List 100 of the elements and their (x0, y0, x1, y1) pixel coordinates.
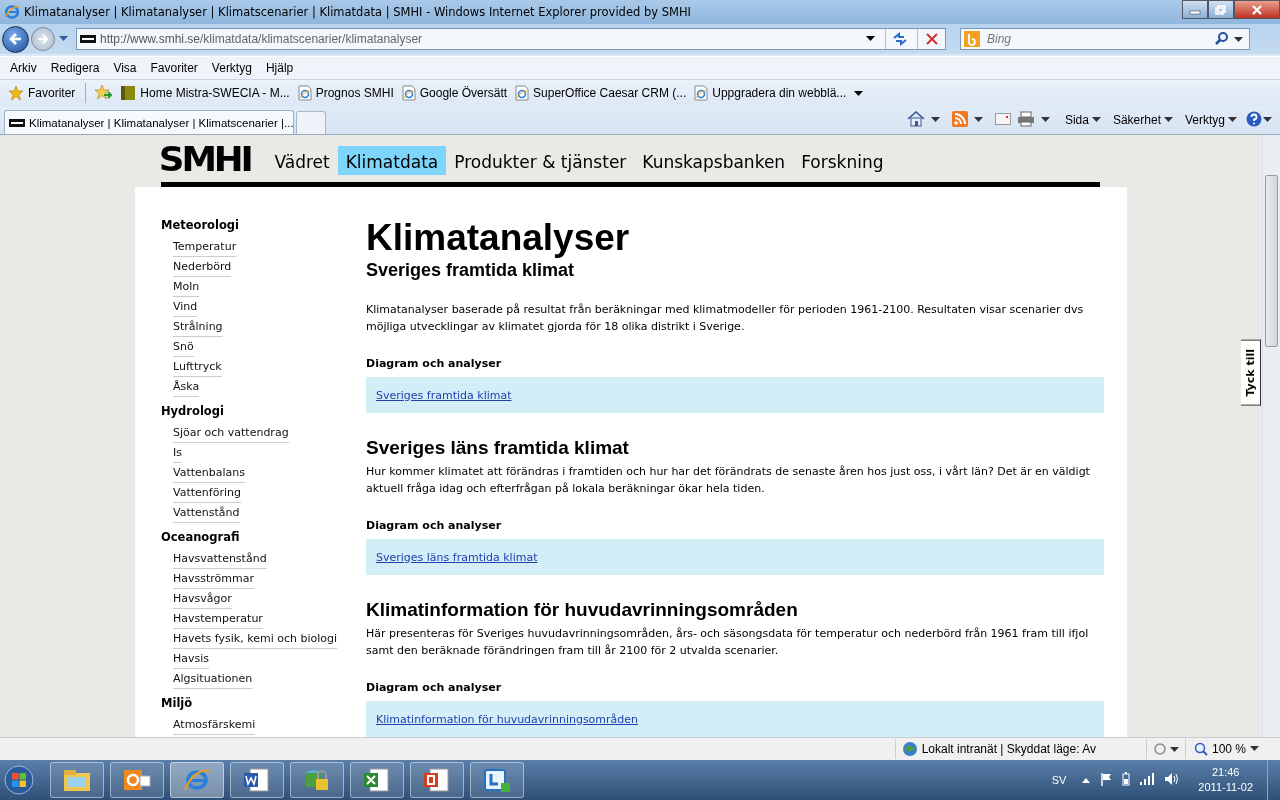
caret-icon (1163, 117, 1173, 123)
history-dropdown-icon[interactable] (59, 36, 68, 42)
sidebar-heading: Meteorologi (161, 217, 241, 234)
section-link[interactable]: Sveriges framtida klimat (376, 388, 512, 402)
presentation-app-icon[interactable] (410, 762, 464, 798)
sidebar-link[interactable]: Vind (173, 297, 198, 317)
search-field[interactable]: Bing (985, 31, 1210, 47)
document-app-icon[interactable] (230, 762, 284, 798)
command-menu-button[interactable]: Sida (1061, 113, 1104, 127)
menu-item[interactable]: Arkiv (3, 61, 44, 75)
home-dropdown-icon[interactable] (930, 117, 940, 123)
site-favicon-icon (80, 35, 96, 43)
site-nav-link[interactable]: Klimatdata (337, 146, 447, 175)
sidebar-link[interactable]: Nederbörd (173, 257, 232, 277)
sidebar-link[interactable]: Strålning (173, 317, 223, 337)
sidebar-link[interactable]: Havsvågor (173, 589, 232, 609)
spreadsheet-app-icon[interactable] (350, 762, 404, 798)
restore-button[interactable] (1208, 0, 1234, 19)
browser-tab[interactable]: Klimatanalyser | Klimatanalyser | Klimatscenarier |... (4, 110, 294, 134)
sidebar-heading: Oceanografi (161, 529, 241, 546)
web-page-icon (515, 85, 530, 101)
sidebar-link[interactable]: Vattenstånd (173, 503, 240, 523)
restore-icon (1215, 4, 1227, 15)
language-indicator[interactable]: SV (1051, 774, 1067, 786)
browser-icon[interactable] (170, 762, 224, 798)
minimize-button[interactable] (1182, 0, 1208, 19)
battery-icon[interactable] (1122, 772, 1131, 788)
site-logo[interactable]: SMHI (158, 145, 251, 175)
sidebar-link[interactable]: Havsströmmar (173, 569, 254, 589)
search-provider-icon (964, 31, 980, 47)
add-favorite-icon[interactable] (94, 83, 113, 103)
sidebar-link[interactable]: Is (173, 443, 182, 463)
mail-app-icon[interactable] (110, 762, 164, 798)
menu-item[interactable]: Hjälp (258, 61, 301, 75)
sidebar-link[interactable]: Atmosfärskemi (173, 715, 256, 735)
favorite-link[interactable]: SuperOffice Caesar CRM (... (515, 85, 687, 101)
printer-icon[interactable] (1016, 110, 1035, 130)
section-text: Här presenteras för Sveriges huvudavrinningsområden, års- och säsongsdata för temperatur och nederbörd från 1961 fram till ifjol samt den beräknade förändringen fram till år 2100 för 2 utvalda scenarier. (366, 626, 1090, 659)
feedback-tab[interactable]: Tyck till (1241, 340, 1261, 406)
print-dropdown-icon[interactable] (1040, 117, 1050, 123)
forward-arrow-icon (37, 33, 49, 45)
command-menu-button[interactable]: Säkerhet (1109, 113, 1176, 127)
sidebar-link[interactable]: Moln (173, 277, 200, 297)
favorite-link[interactable]: Uppgradera din webblä... (694, 85, 847, 101)
sidebar-link[interactable]: Havsis (173, 649, 210, 669)
magnifier-icon (1194, 742, 1208, 756)
menu-item[interactable]: Favoriter (143, 61, 205, 75)
zoom-control[interactable]: 100 % (1185, 739, 1280, 759)
start-button[interactable] (4, 765, 34, 795)
menu-item[interactable]: Verktyg (204, 61, 259, 75)
section-link[interactable]: Sveriges läns framtida klimat (376, 550, 538, 564)
favorite-link[interactable]: Google Översätt (401, 85, 508, 101)
sidebar-link[interactable]: Åska (173, 377, 200, 397)
favorite-link[interactable]: Prognos SMHI (297, 85, 394, 101)
sidebar-link[interactable]: Temperatur (173, 237, 237, 257)
sidebar-link[interactable]: Havsvattenstånd (173, 549, 267, 569)
sidebar-link[interactable]: Vattenföring (173, 483, 241, 503)
browser-logo-icon (4, 4, 20, 20)
database-lock-icon[interactable] (290, 762, 344, 798)
section-text: Hur kommer klimatet att förändras i framtiden och hur har det förändrats de senaste åren hos just oss, i vårt län? Det är en väldigt aktuell fråga idag och efterfrågan på lokala beräkningar ökar hela tiden. (366, 464, 1091, 497)
caret-icon (1091, 117, 1101, 123)
site-nav-link[interactable]: Forskning (793, 146, 892, 175)
sidebar-link[interactable]: Sjöar och vattendrag (173, 423, 289, 443)
back-arrow-icon (8, 32, 23, 46)
window-title: Klimatanalyser | Klimatanalyser | Klimatscenarier | Klimatdata | SMHI - Windows Internet Explorer provided by SMHI (24, 5, 692, 19)
diagram-label: Diagram och analyser (366, 519, 503, 533)
favorite-link[interactable]: Home Mistra-SWECIA - M... (120, 85, 290, 101)
favorites-button[interactable]: Favoriter (6, 85, 78, 101)
section-heading: Sveriges framtida klimat (366, 259, 576, 281)
network-app-icon[interactable] (470, 762, 524, 798)
clock[interactable]: 21:46 2011-11-02 (1198, 765, 1253, 795)
section-link[interactable]: Klimatinformation för huvudavrinningsområden (376, 712, 639, 726)
sidebar-link[interactable]: Lufttryck (173, 357, 222, 377)
back-button[interactable] (2, 25, 29, 53)
section-heading: Klimatinformation för huvudavrinningsområden (366, 599, 799, 621)
sidebar-link[interactable]: Vattenbalans (173, 463, 245, 483)
sidebar-link[interactable]: Algsituationen (173, 669, 253, 689)
close-button[interactable] (1234, 0, 1280, 19)
site-nav-link[interactable]: Vädret (266, 146, 338, 175)
signal-icon[interactable] (1140, 773, 1155, 787)
sidebar-heading: Miljö (161, 695, 194, 712)
sidebar-link[interactable]: Havets fysik, kemi och biologi (173, 629, 338, 649)
command-menu-button[interactable]: Verktyg (1181, 113, 1240, 127)
section-heading: Sveriges läns framtida klimat (366, 437, 630, 459)
folder-icon[interactable] (50, 762, 104, 798)
menu-item[interactable]: Visa (106, 61, 144, 75)
sidebar-link[interactable]: Snö (173, 337, 194, 357)
sidebar-link[interactable]: Havstemperatur (173, 609, 263, 629)
address-field[interactable]: http://www.smhi.se/klimatdata/klimatscenarier/klimatanalyser (76, 28, 946, 50)
feed-dropdown-icon[interactable] (973, 117, 983, 123)
rss-feed-icon[interactable] (951, 110, 968, 130)
site-nav-link[interactable]: Produkter & tjänster (446, 146, 635, 175)
mail-icon[interactable] (994, 112, 1011, 128)
flag-icon[interactable] (1100, 772, 1113, 788)
vertical-scrollbar[interactable] (1262, 135, 1280, 737)
menu-item[interactable]: Redigera (43, 61, 107, 75)
security-zone-status[interactable]: Lokalt intranät | Skyddat läge: Av (894, 739, 1146, 759)
search-bar[interactable]: Bing (960, 28, 1250, 50)
home-icon[interactable] (906, 110, 925, 130)
site-nav-link[interactable]: Kunskapsbanken (634, 146, 794, 175)
